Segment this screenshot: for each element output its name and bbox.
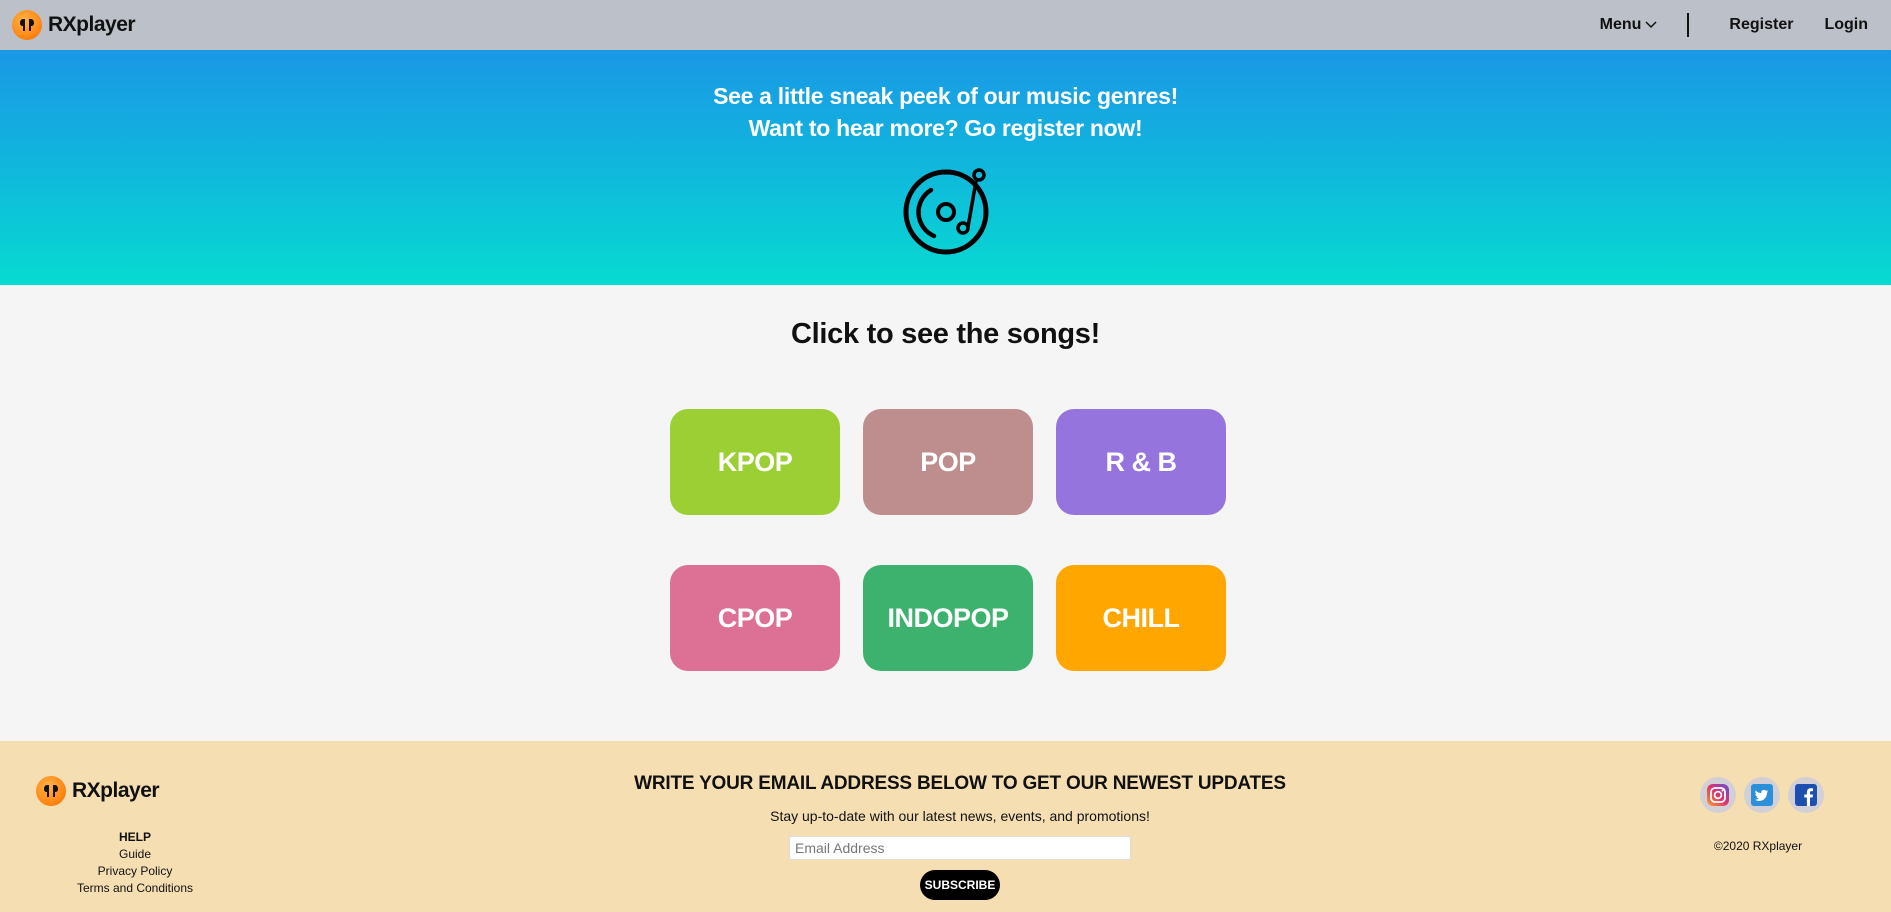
hero-text: See a little sneak peek of our music gen… — [0, 50, 1891, 144]
genre-label: KPOP — [717, 446, 793, 477]
genre-label: CPOP — [717, 602, 793, 633]
copyright: ©2020 RXplayer — [1713, 839, 1803, 853]
genre-label: POP — [920, 446, 976, 477]
help-section: HELP Guide Privacy Policy Terms and Cond… — [60, 829, 210, 897]
genre-label: INDOPOP — [887, 602, 1009, 633]
chevron-down-icon — [1645, 16, 1657, 34]
social-links — [1700, 777, 1824, 813]
login-link[interactable]: Login — [1824, 16, 1868, 34]
genre-button-kpop[interactable]: KPOP — [670, 409, 840, 515]
nav-divider — [1687, 13, 1690, 37]
menu-dropdown[interactable]: Menu — [1600, 16, 1658, 34]
subscribe-button[interactable]: SUBSCRIBE — [920, 870, 1000, 900]
page-title: Click to see the songs! — [791, 318, 1100, 350]
twitter-icon[interactable] — [1744, 777, 1780, 813]
genre-label: R & B — [1105, 446, 1178, 477]
navbar: RXplayer Menu Register Login — [0, 0, 1891, 50]
genre-grid: KPOP POP R & B CPOP INDOPOP CHILL — [670, 409, 1226, 671]
hero-line-2: Want to hear more? Go register now! — [748, 115, 1143, 141]
terms-link[interactable]: Terms and Conditions — [60, 880, 210, 897]
genre-button-pop[interactable]: POP — [863, 409, 1033, 515]
rxplayer-logo-icon — [12, 10, 42, 40]
help-title: HELP — [118, 830, 151, 844]
genre-button-cpop[interactable]: CPOP — [670, 565, 840, 671]
instagram-icon[interactable] — [1700, 777, 1736, 813]
genre-label: CHILL — [1102, 602, 1180, 633]
facebook-icon[interactable] — [1788, 777, 1824, 813]
nav-links: Menu Register Login — [1600, 0, 1879, 50]
genre-button-indopop[interactable]: INDOPOP — [863, 565, 1033, 671]
footer: RXplayer HELP Guide Privacy Policy Terms… — [0, 741, 1891, 912]
email-field[interactable] — [789, 836, 1131, 860]
brand-name: RXplayer — [48, 13, 136, 36]
guide-link[interactable]: Guide — [60, 846, 210, 863]
subscribe-description: Stay up-to-date with our latest news, ev… — [770, 808, 1150, 824]
menu-label: Menu — [1599, 16, 1642, 33]
privacy-policy-link[interactable]: Privacy Policy — [60, 863, 210, 880]
genre-button-chill[interactable]: CHILL — [1056, 565, 1226, 671]
register-link[interactable]: Register — [1729, 16, 1793, 34]
subscribe-title: WRITE YOUR EMAIL ADDRESS BELOW TO GET OU… — [634, 773, 1286, 794]
hero-line-1: See a little sneak peek of our music gen… — [713, 83, 1178, 109]
turntable-icon — [901, 166, 993, 263]
brand-link[interactable]: RXplayer — [12, 10, 136, 40]
hero-banner: See a little sneak peek of our music gen… — [0, 50, 1891, 285]
genre-button-rnb[interactable]: R & B — [1056, 409, 1226, 515]
